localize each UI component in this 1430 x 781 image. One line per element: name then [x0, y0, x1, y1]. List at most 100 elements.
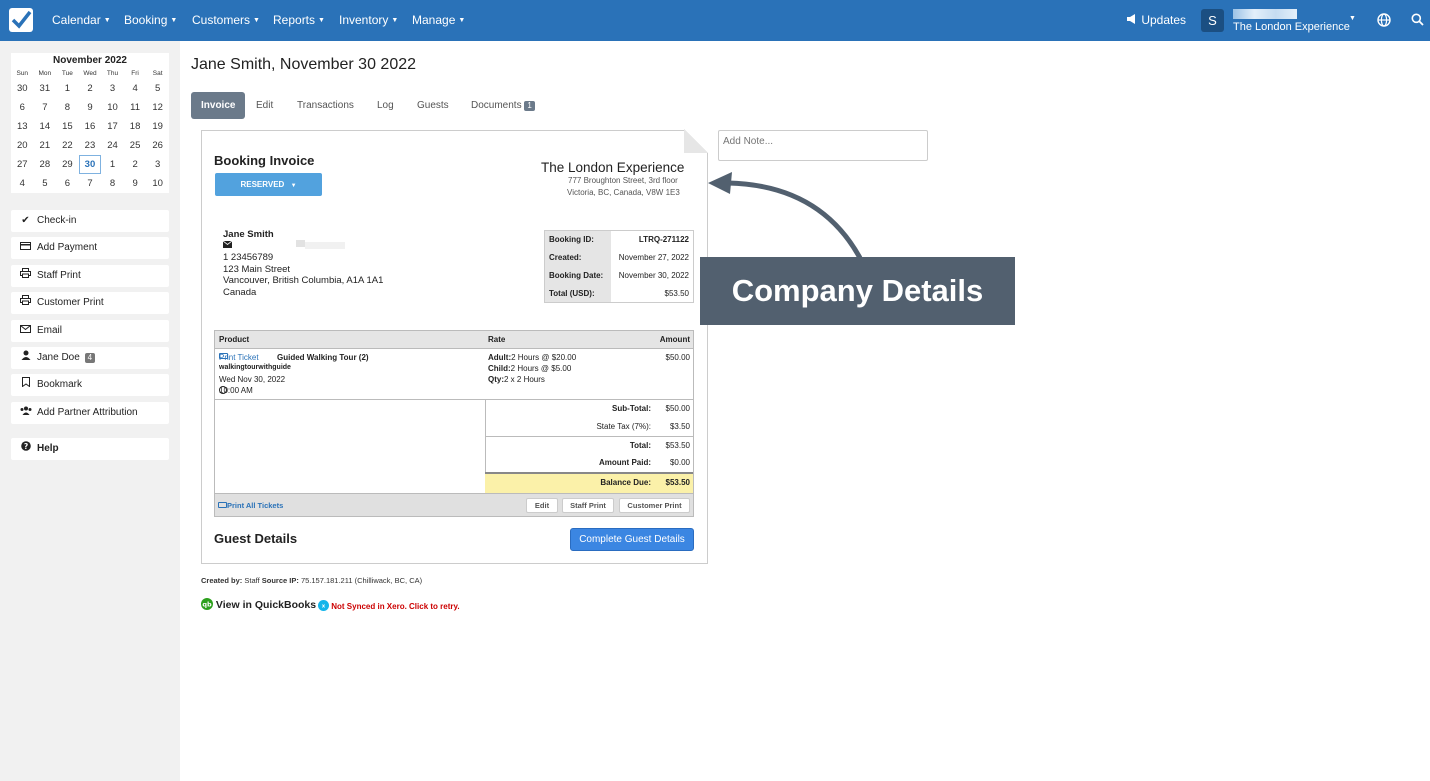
calendar-day[interactable]: 21 — [34, 136, 57, 155]
staff-print-button[interactable]: Staff Print — [11, 265, 169, 287]
xero-icon: x — [318, 600, 329, 611]
tab-transactions[interactable]: Transactions — [297, 100, 354, 111]
nav-customers[interactable]: Customers ▼ — [192, 13, 260, 27]
calendar-day[interactable]: 23 — [79, 136, 102, 155]
tab-log[interactable]: Log — [377, 100, 394, 111]
detail-value: $53.50 — [664, 288, 689, 298]
calendar-day[interactable]: 5 — [146, 79, 169, 98]
calendar-day[interactable]: 8 — [101, 174, 124, 193]
calendar-day[interactable]: 9 — [79, 98, 102, 117]
rate-label: Adult: — [488, 353, 512, 362]
rate-label: Qty: — [488, 375, 504, 384]
envelope-icon[interactable] — [222, 240, 233, 251]
detail-label: Booking Date: — [544, 266, 611, 285]
amount-paid-row: Amount Paid: $0.00 — [485, 454, 693, 472]
calendar-day[interactable]: 12 — [146, 98, 169, 117]
bookmark-button[interactable]: Bookmark — [11, 374, 169, 396]
customer-city: Vancouver, British Columbia, A1A 1A1 — [223, 275, 384, 286]
edit-button[interactable]: Edit — [526, 498, 558, 513]
contact-jane-doe-button[interactable]: Jane Doe 4 — [11, 347, 169, 369]
nav-calendar[interactable]: Calendar ▼ — [52, 13, 111, 27]
caret-down-icon[interactable]: ▼ — [1349, 15, 1356, 22]
calendar-day[interactable]: 29 — [56, 155, 79, 174]
help-button[interactable]: ? Help — [11, 438, 169, 460]
account-name[interactable]: The London Experience — [1233, 21, 1350, 33]
tab-documents[interactable]: Documents 1 — [471, 100, 535, 111]
calendar-day[interactable]: 24 — [101, 136, 124, 155]
calendar-day[interactable]: 4 — [11, 174, 34, 193]
add-note-field[interactable] — [718, 130, 928, 161]
customer-print-button[interactable]: Customer Print — [11, 292, 169, 314]
updates-button[interactable]: Updates — [1126, 13, 1186, 27]
view-in-quickbooks-link[interactable]: qb View in QuickBooks — [201, 598, 316, 611]
calendar-day[interactable]: 4 — [124, 79, 147, 98]
button-label: Add Partner Attribution — [37, 407, 138, 418]
nav-label: Manage — [412, 13, 456, 27]
calendar-day[interactable]: 17 — [101, 117, 124, 136]
tab-invoice[interactable]: Invoice — [191, 92, 246, 119]
calendar-day[interactable]: 18 — [124, 117, 147, 136]
calendar-day[interactable]: 22 — [56, 136, 79, 155]
print-all-tickets-link[interactable]: Print All Tickets — [218, 501, 283, 510]
add-payment-button[interactable]: Add Payment — [11, 237, 169, 259]
nav-reports[interactable]: Reports ▼ — [273, 13, 325, 27]
email-button[interactable]: Email — [11, 320, 169, 342]
calendar-day[interactable]: 1 — [56, 79, 79, 98]
calendar-day[interactable]: 15 — [56, 117, 79, 136]
calendar-day[interactable]: 3 — [101, 79, 124, 98]
nav-booking[interactable]: Booking ▼ — [124, 13, 177, 27]
avatar[interactable]: S — [1201, 9, 1224, 32]
rate-label: Child: — [488, 364, 511, 373]
calendar-day[interactable]: 11 — [124, 98, 147, 117]
calendar-day[interactable]: 13 — [11, 117, 34, 136]
calendar-day[interactable]: 16 — [79, 117, 102, 136]
calendar-day[interactable]: 10 — [101, 98, 124, 117]
globe-icon[interactable] — [1377, 13, 1391, 30]
add-partner-attribution-button[interactable]: Add Partner Attribution — [11, 402, 169, 424]
redacted-email — [296, 240, 305, 247]
calendar-day[interactable]: 28 — [34, 155, 57, 174]
calendar-day[interactable]: 2 — [124, 155, 147, 174]
tab-guests[interactable]: Guests — [417, 100, 449, 111]
calendar-day[interactable]: 7 — [34, 98, 57, 117]
calendar-day[interactable]: 26 — [146, 136, 169, 155]
calendar-day-selected[interactable]: 30 — [78, 155, 102, 174]
caret-down-icon: ▼ — [318, 17, 325, 24]
nav-inventory[interactable]: Inventory ▼ — [339, 13, 398, 27]
count-badge: 4 — [84, 353, 96, 363]
calendar-day[interactable]: 10 — [146, 174, 169, 193]
calendar-day[interactable]: 3 — [146, 155, 169, 174]
calendar-day[interactable]: 5 — [34, 174, 57, 193]
tab-edit[interactable]: Edit — [256, 100, 273, 111]
nav-manage[interactable]: Manage ▼ — [412, 13, 465, 27]
button-label: Add Payment — [37, 242, 98, 253]
total-value: $0.00 — [669, 458, 690, 467]
calendar-day[interactable]: 2 — [79, 79, 102, 98]
tab-label: Documents — [471, 100, 522, 111]
calendar-day[interactable]: 25 — [124, 136, 147, 155]
calendar-day[interactable]: 27 — [11, 155, 34, 174]
button-label: Bookmark — [37, 379, 83, 390]
calendar-day[interactable]: 31 — [34, 79, 57, 98]
calendar-day[interactable]: 8 — [56, 98, 79, 117]
xero-sync-link[interactable]: x Not Synced in Xero. Click to retry. — [318, 600, 460, 611]
booking-status-dropdown[interactable]: RESERVED ▼ — [215, 173, 322, 196]
calendar-day[interactable]: 30 — [11, 79, 34, 98]
calendar-day[interactable]: 6 — [11, 98, 34, 117]
calendar-day[interactable]: 6 — [56, 174, 79, 193]
caret-down-icon: ▼ — [391, 17, 399, 24]
customer-print-button[interactable]: Customer Print — [619, 498, 690, 513]
staff-print-button[interactable]: Staff Print — [562, 498, 614, 513]
calendar-day[interactable]: 19 — [146, 117, 169, 136]
search-icon[interactable] — [1411, 13, 1424, 29]
app-logo[interactable] — [9, 8, 33, 32]
button-label: Help — [37, 443, 59, 454]
calendar-day[interactable]: 14 — [34, 117, 57, 136]
checkin-button[interactable]: ✔ Check-in — [11, 210, 169, 232]
calendar-day[interactable]: 7 — [79, 174, 102, 193]
total-label: Amount Paid: — [599, 458, 651, 467]
calendar-day[interactable]: 1 — [101, 155, 124, 174]
calendar-day[interactable]: 9 — [124, 174, 147, 193]
calendar-day[interactable]: 20 — [11, 136, 34, 155]
complete-guest-details-button[interactable]: Complete Guest Details — [570, 528, 694, 551]
